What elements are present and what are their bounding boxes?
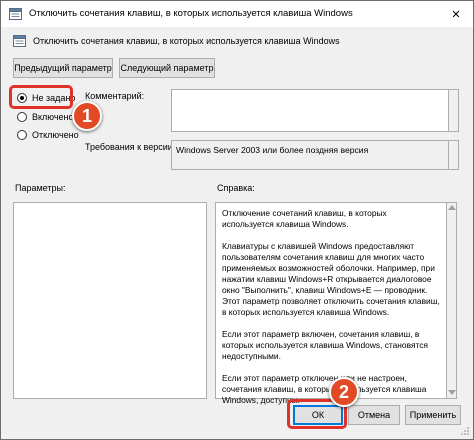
options-section-label: Параметры: [15,183,66,193]
help-pane[interactable]: Отключение сочетаний клавиш, в которых и… [215,202,447,405]
policy-name: Отключить сочетания клавиш, в которых ис… [33,36,340,46]
cancel-button[interactable]: Отмена [348,405,400,425]
help-paragraph: Если этот параметр включен, сочетания кл… [222,329,428,361]
radio-enabled[interactable]: Включено [17,112,74,122]
supported-on-value: Windows Server 2003 или более поздняя ве… [176,145,369,155]
policy-icon [13,35,26,47]
supported-on-field: Windows Server 2003 или более поздняя ве… [171,140,449,170]
help-paragraph: Клавиатуры с клавишей Windows предоставл… [222,241,440,317]
policy-header: Отключить сочетания клавиш, в которых ис… [1,28,473,54]
step1-highlight [9,85,73,109]
title-bar: Отключить сочетания клавиш, в которых ис… [1,1,473,27]
close-icon: ✕ [451,8,461,21]
radio-enabled-label: Включено [32,112,74,122]
radio-disabled-indicator[interactable] [17,130,27,140]
radio-disabled-label: Отключено [32,130,79,140]
next-setting-button[interactable]: Следующий параметр [119,58,215,78]
comment-textbox[interactable] [171,89,449,132]
scroll-down-icon[interactable] [448,390,456,395]
step1-badge: 1 [72,101,102,131]
resize-grip-icon[interactable] [460,426,470,436]
comment-label: Комментарий: [85,91,145,101]
help-section-label: Справка: [217,183,255,193]
help-paragraph: Отключение сочетаний клавиш, в которых и… [222,208,387,229]
supported-on-label: Требования к версии: [85,142,176,152]
comment-scrollbar[interactable] [449,89,459,132]
apply-button[interactable]: Применить [405,405,461,425]
options-pane[interactable] [13,202,207,399]
policy-icon [9,8,22,20]
policy-dialog: Отключить сочетания клавиш, в которых ис… [0,0,474,440]
help-scrollbar[interactable] [447,202,457,399]
close-button[interactable]: ✕ [439,1,473,27]
step2-badge: 2 [329,377,359,407]
scroll-up-icon[interactable] [448,205,456,210]
previous-setting-button[interactable]: Предыдущий параметр [13,58,113,78]
window-title: Отключить сочетания клавиш, в которых ис… [29,8,353,19]
radio-enabled-indicator[interactable] [17,112,27,122]
radio-disabled[interactable]: Отключено [17,130,79,140]
supported-on-scrollbar[interactable] [449,140,459,170]
